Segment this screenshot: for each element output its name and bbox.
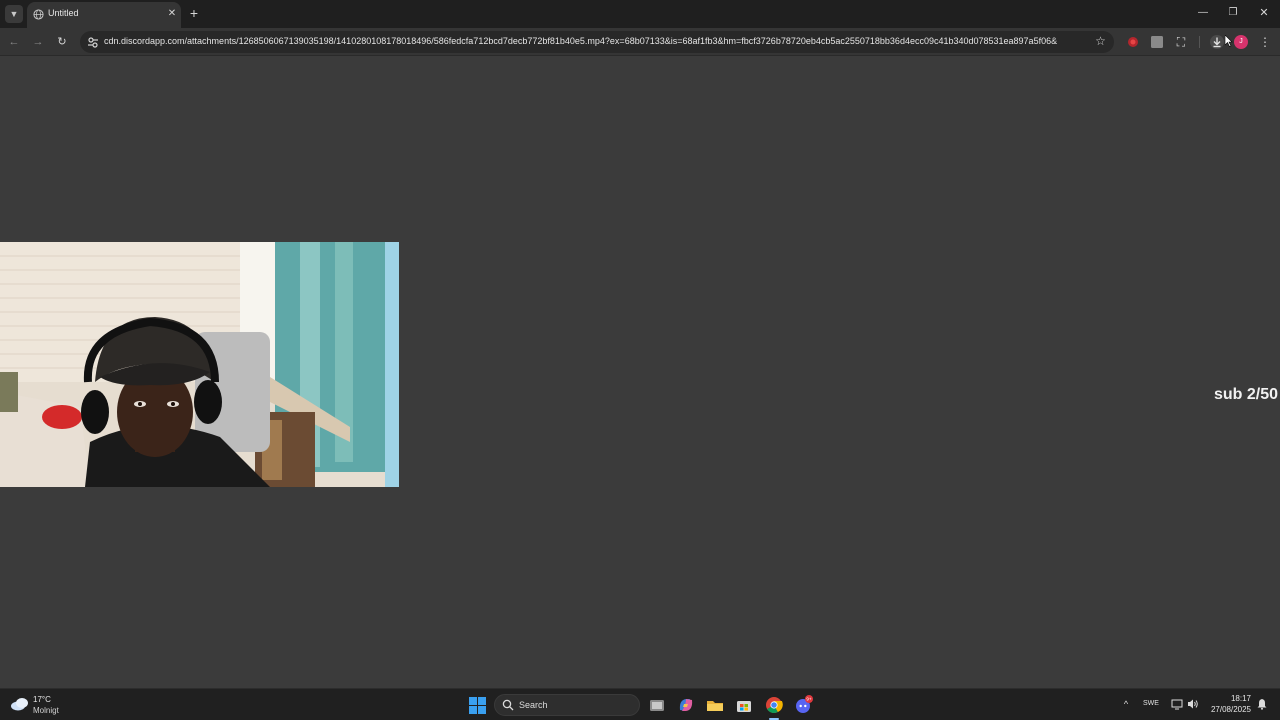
search-icon [502, 699, 514, 711]
tab-strip: ▼ Untitled ✕ + — ❐ ✕ [0, 0, 1280, 28]
tab-close-icon[interactable]: ✕ [165, 7, 179, 21]
copilot-icon[interactable] [676, 695, 696, 715]
close-window-button[interactable]: ✕ [1253, 4, 1275, 22]
extension-square-icon[interactable] [1149, 34, 1165, 50]
extension-record-icon[interactable] [1125, 34, 1141, 50]
download-icon[interactable] [1209, 34, 1225, 50]
browser-menu-icon[interactable]: ⋮ [1258, 34, 1272, 50]
minimize-button[interactable]: — [1192, 4, 1214, 22]
clock-date[interactable]: 27/08/2025 [1205, 705, 1251, 714]
discord-badge: 9+ [806, 697, 812, 702]
browser-toolbar: ← → ↻ cdn.discordapp.com/attachments/126… [0, 28, 1280, 56]
tray-overflow-icon[interactable]: ^ [1120, 698, 1132, 710]
chevron-down-icon: ▼ [9, 9, 19, 19]
weather-description[interactable]: Molnigt [33, 706, 59, 715]
task-view-icon[interactable] [647, 695, 667, 715]
video-player[interactable] [0, 242, 399, 487]
forward-button[interactable]: → [30, 34, 46, 50]
search-label: Search [519, 700, 548, 710]
keyboard-language[interactable]: SWE [1143, 700, 1159, 707]
chrome-icon[interactable] [764, 695, 784, 715]
address-bar[interactable]: cdn.discordapp.com/attachments/126850606… [80, 31, 1114, 53]
browser-tab[interactable]: Untitled ✕ [27, 2, 181, 28]
url-text[interactable]: cdn.discordapp.com/attachments/126850606… [104, 36, 1094, 46]
tab-title: Untitled [48, 8, 79, 18]
mouse-cursor-icon [1225, 35, 1233, 47]
page-content: sub 2/50 [0, 57, 1280, 688]
clock-time[interactable]: 18:17 [1205, 694, 1251, 703]
bookmark-star-icon[interactable]: ☆ [1093, 34, 1108, 49]
new-tab-button[interactable]: + [186, 5, 202, 21]
file-explorer-icon[interactable] [705, 695, 725, 715]
network-icon[interactable] [1171, 698, 1183, 710]
microsoft-store-icon[interactable] [734, 695, 754, 715]
profile-avatar[interactable]: J [1234, 35, 1248, 49]
subscriber-goal-text: sub 2/50 [1213, 386, 1278, 403]
windows-start-icon[interactable] [469, 697, 486, 714]
windows-taskbar: 17°C Molnigt Search 9+ ^ SWE 18:17 27/08… [0, 688, 1280, 720]
extensions-puzzle-icon[interactable]: ⛶ [1173, 34, 1189, 50]
site-info-icon[interactable] [86, 35, 100, 49]
taskbar-search[interactable]: Search [494, 694, 640, 716]
notification-bell-icon[interactable] [1256, 698, 1268, 710]
cloud-icon[interactable] [10, 697, 30, 711]
back-button[interactable]: ← [6, 34, 22, 50]
toolbar-divider [1199, 36, 1200, 48]
tab-search-button[interactable]: ▼ [5, 5, 23, 23]
restore-button[interactable]: ❐ [1222, 4, 1244, 22]
volume-icon[interactable] [1187, 698, 1199, 710]
globe-icon [33, 9, 44, 20]
weather-temperature[interactable]: 17°C [33, 695, 51, 704]
discord-icon[interactable]: 9+ [793, 695, 813, 715]
reload-button[interactable]: ↻ [54, 34, 70, 50]
